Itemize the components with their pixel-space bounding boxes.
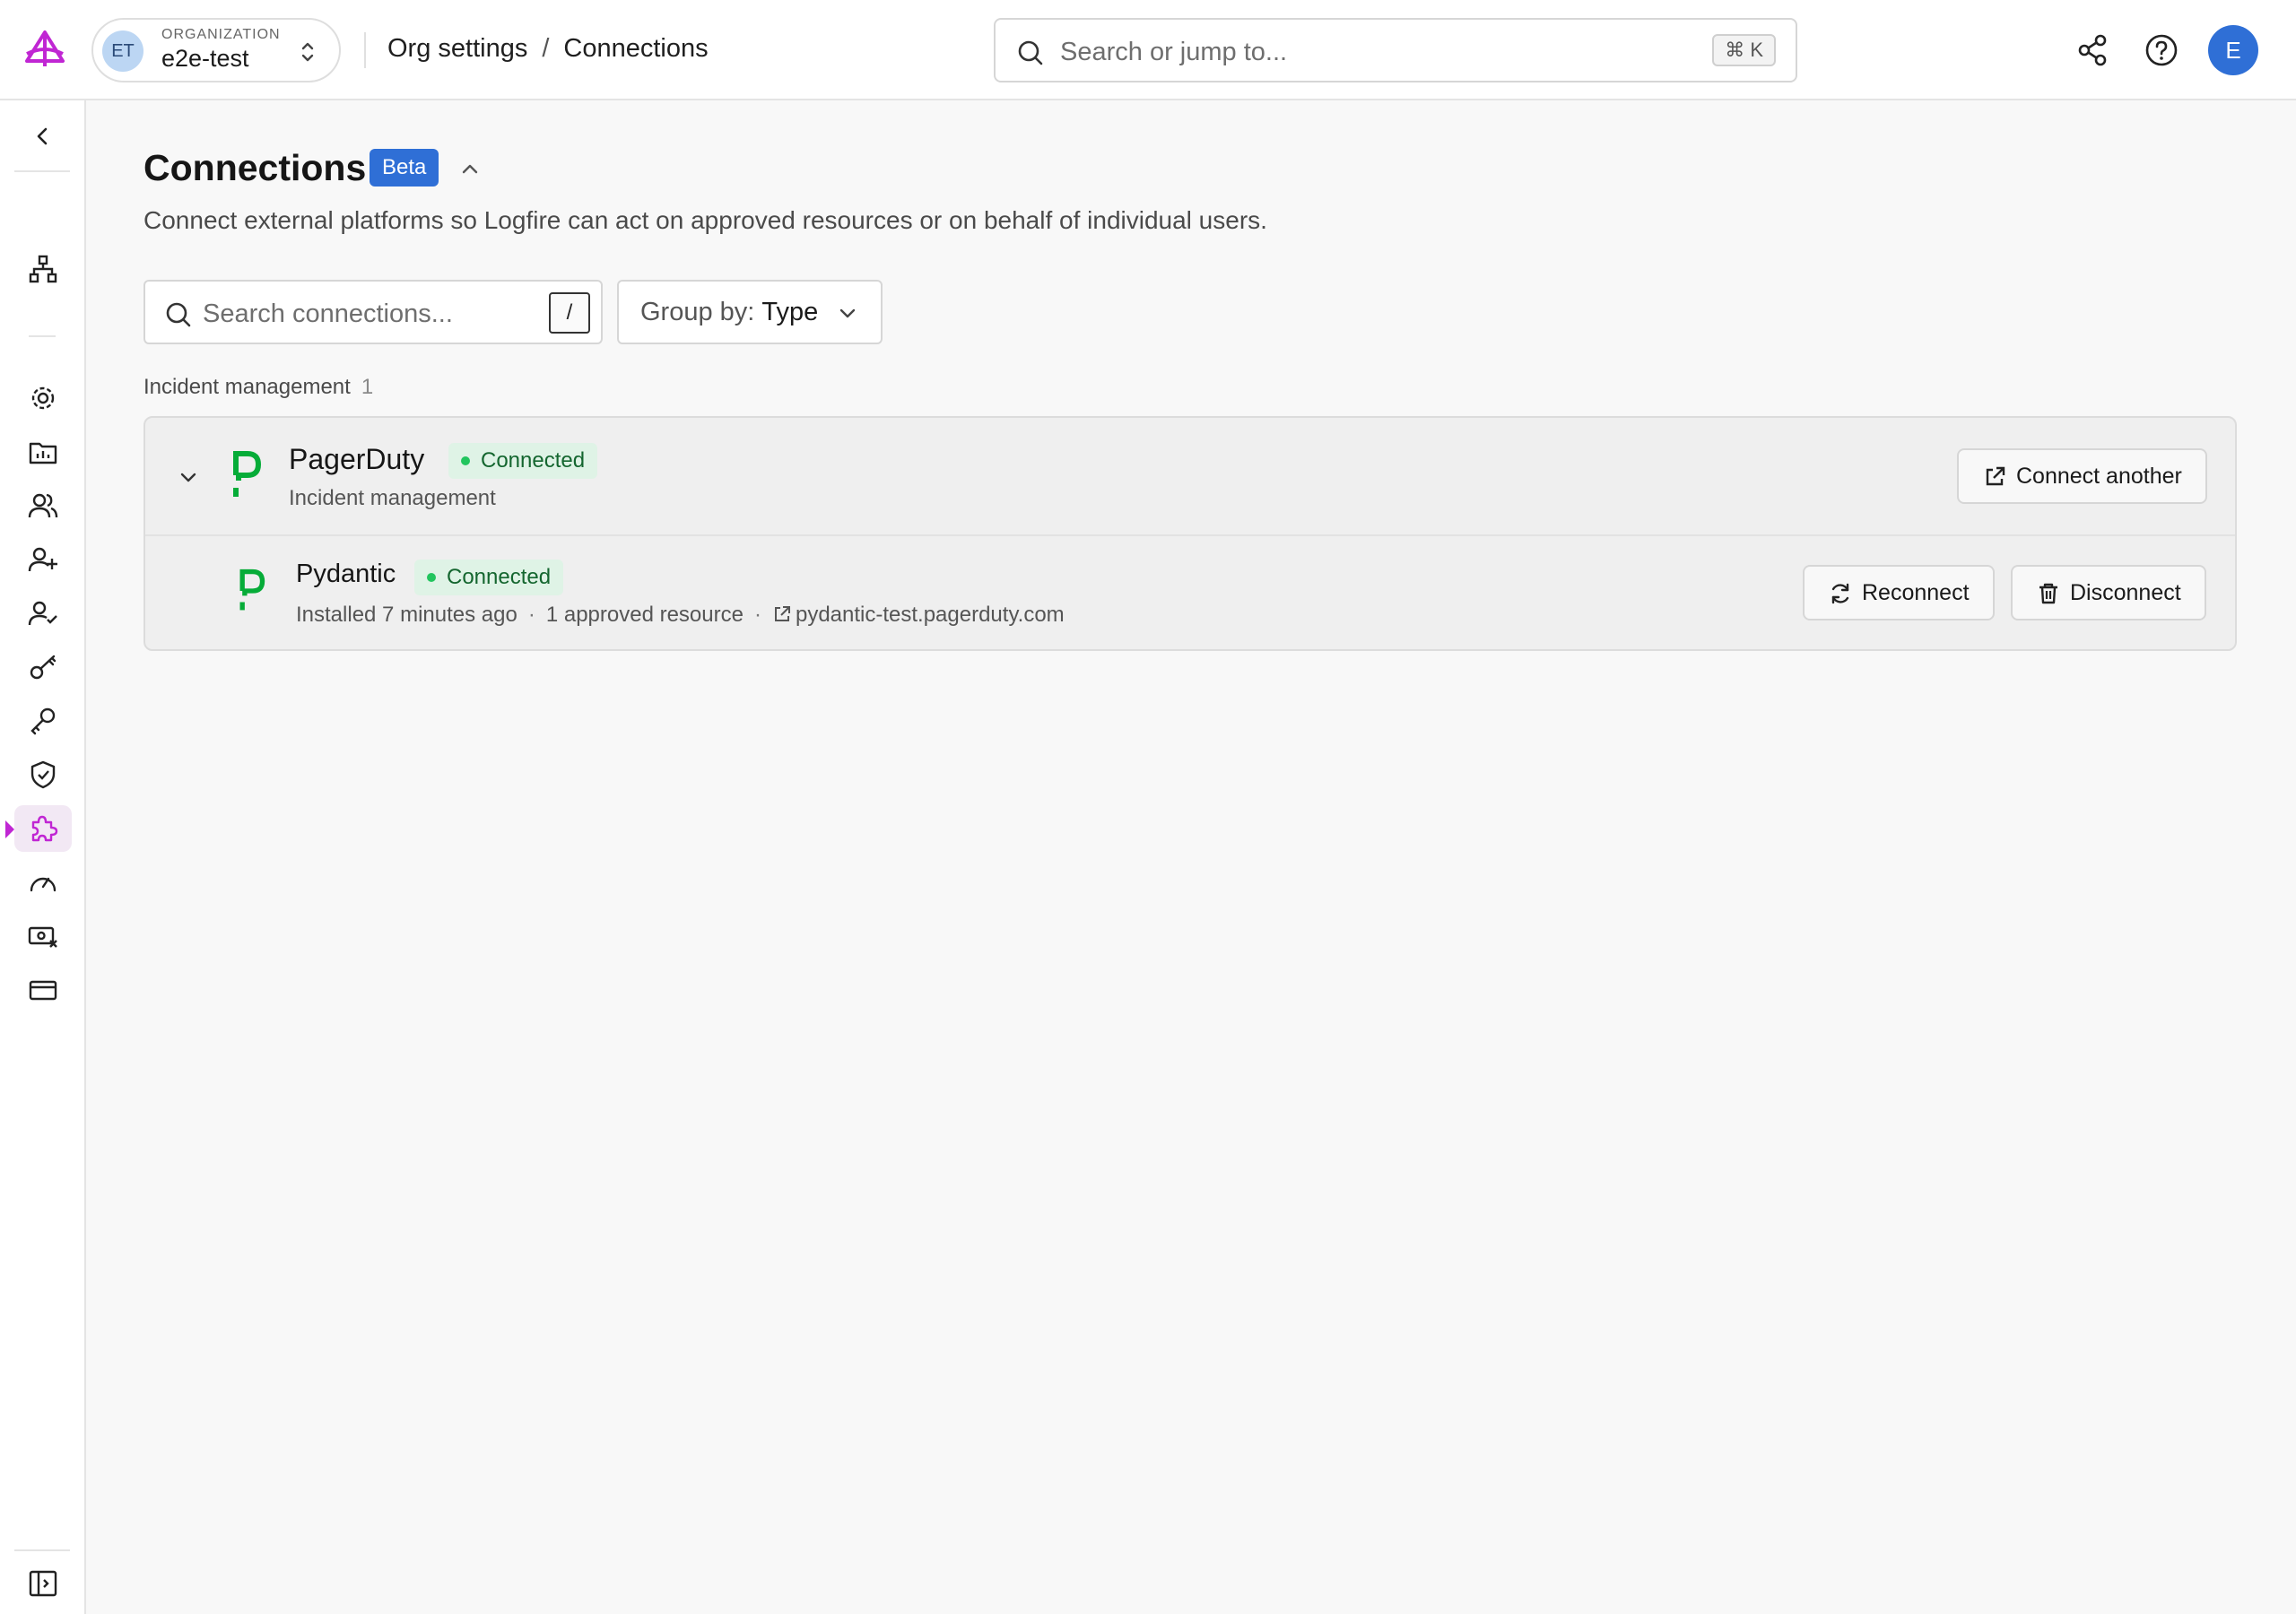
sidebar-item-invite[interactable] — [23, 540, 63, 579]
global-search-input[interactable]: Search or jump to... ⌘ K — [994, 18, 1797, 82]
org-name: e2e-test — [161, 45, 249, 72]
sidebar-item-members[interactable] — [23, 486, 63, 525]
connections-search-input[interactable]: Search connections... / — [144, 280, 603, 344]
group-heading-label: Incident management — [144, 375, 351, 399]
gear-icon — [31, 386, 55, 410]
sidebar-item-spending[interactable] — [23, 916, 63, 956]
connect-another-label: Connect another — [2016, 464, 2182, 489]
status-badge: Connected — [414, 560, 564, 595]
sidebar-item-roles[interactable] — [23, 594, 63, 633]
external-link-icon — [774, 606, 790, 621]
panel-toggle-icon — [29, 1570, 57, 1597]
logfire-logo-icon[interactable] — [23, 29, 66, 72]
user-check-icon — [28, 601, 57, 626]
sidebar-divider — [29, 335, 56, 337]
sidebar-item-tokens[interactable] — [23, 701, 63, 741]
meta-separator: · — [753, 603, 761, 627]
sidebar-item-security[interactable] — [23, 755, 63, 794]
connections-search-placeholder: Search connections... — [203, 299, 453, 328]
pagerduty-logo-icon — [233, 451, 261, 497]
group-heading: Incident management 1 — [144, 375, 373, 400]
chevron-down-icon[interactable] — [176, 464, 201, 490]
share-icon[interactable] — [2075, 32, 2111, 68]
chevron-down-icon — [839, 308, 856, 318]
chevron-up-icon[interactable] — [457, 156, 483, 181]
sidebar-divider — [14, 170, 70, 172]
top-bar: ET ORGANIZATION e2e-test Org settings / Co… — [0, 0, 2296, 100]
key-icon — [30, 655, 57, 680]
group-by-select[interactable]: Group by: Type — [617, 280, 883, 344]
installed-time: Installed 7 minutes ago — [296, 603, 517, 627]
org-avatar: ET — [102, 30, 144, 72]
group-by-label: Group by: — [640, 298, 755, 326]
installation-meta: Installed 7 minutes ago · 1 approved resou… — [296, 603, 1065, 628]
breadcrumb-separator: / — [542, 34, 550, 63]
breadcrumb-current: Connections — [563, 34, 709, 63]
installation-domain-link[interactable]: pydantic-test.pagerduty.com — [772, 603, 1065, 627]
hierarchy-icon — [29, 255, 57, 283]
active-indicator — [5, 820, 14, 838]
user-avatar[interactable]: E — [2208, 25, 2258, 75]
shield-check-icon — [30, 760, 56, 789]
reconnect-label: Reconnect — [1862, 580, 1970, 605]
sidebar-item-hierarchy[interactable] — [23, 249, 63, 289]
wrench-key-icon — [30, 707, 56, 735]
credit-card-icon — [29, 980, 57, 1001]
connection-name: PagerDuty — [289, 443, 425, 475]
sidebar-item-projects[interactable] — [23, 432, 63, 472]
sidebar-item-connections[interactable] — [14, 805, 72, 852]
sidebar-item-api-keys[interactable] — [23, 647, 63, 687]
sidebar-item-usage[interactable] — [23, 863, 63, 902]
sidebar-divider — [14, 1549, 70, 1551]
header-divider — [364, 32, 366, 68]
search-shortcut-kbd: ⌘ K — [1712, 34, 1776, 66]
sidebar-toggle-panel-button[interactable] — [23, 1564, 63, 1603]
page-title: Connections — [144, 147, 367, 188]
installation-name: Pydantic — [296, 560, 396, 588]
users-icon — [28, 493, 58, 518]
group-count: 1 — [361, 375, 374, 399]
disconnect-button[interactable]: Disconnect — [2011, 565, 2206, 620]
user-plus-icon — [28, 547, 57, 572]
installation-row: Pydantic Connected Installed 7 minutes a… — [145, 538, 2235, 649]
connection-type: Incident management — [289, 486, 496, 510]
gauge-icon — [30, 877, 57, 892]
chevron-left-icon — [37, 127, 48, 145]
search-shortcut-kbd: / — [549, 292, 590, 334]
global-search-placeholder: Search or jump to... — [1060, 38, 1288, 66]
approved-resources: 1 approved resource — [545, 603, 744, 627]
meta-separator: · — [527, 603, 535, 627]
help-icon[interactable] — [2144, 32, 2179, 68]
sidebar-item-settings[interactable] — [23, 378, 63, 418]
trash-icon — [2039, 583, 2057, 604]
connection-card-pagerduty: PagerDuty Connected Incident management … — [144, 416, 2237, 651]
search-icon — [1018, 40, 1043, 65]
main-content: Connections Beta Connect external platfo… — [88, 102, 2296, 1614]
breadcrumb-org-settings[interactable]: Org settings — [387, 34, 527, 63]
search-icon — [166, 302, 191, 327]
sidebar — [0, 100, 86, 1614]
disconnect-label: Disconnect — [2070, 580, 2181, 605]
money-x-icon — [28, 926, 57, 948]
connect-another-button[interactable]: Connect another — [1957, 448, 2207, 504]
breadcrumb: Org settings / Connections — [387, 34, 709, 64]
external-link-icon — [1986, 466, 2005, 486]
puzzle-icon — [31, 815, 58, 842]
org-label: ORGANIZATION — [161, 27, 281, 42]
pagerduty-logo-icon — [239, 568, 265, 611]
reconnect-button[interactable]: Reconnect — [1803, 565, 1995, 620]
installation-domain: pydantic-test.pagerduty.com — [795, 603, 1065, 627]
status-badge: Connected — [448, 443, 598, 479]
refresh-icon — [1831, 583, 1849, 604]
connection-card-header[interactable]: PagerDuty Connected Incident management … — [145, 418, 2235, 536]
folder-chart-icon — [29, 442, 57, 464]
page-description: Connect external platforms so Logfire ca… — [144, 206, 1267, 234]
sidebar-collapse-button[interactable] — [23, 117, 63, 156]
beta-badge: Beta — [370, 149, 439, 187]
org-switcher[interactable]: ET ORGANIZATION e2e-test — [91, 18, 341, 82]
sidebar-item-billing[interactable] — [23, 970, 63, 1010]
chevron-up-down-icon — [301, 42, 314, 62]
group-by-value: Type — [761, 298, 819, 326]
